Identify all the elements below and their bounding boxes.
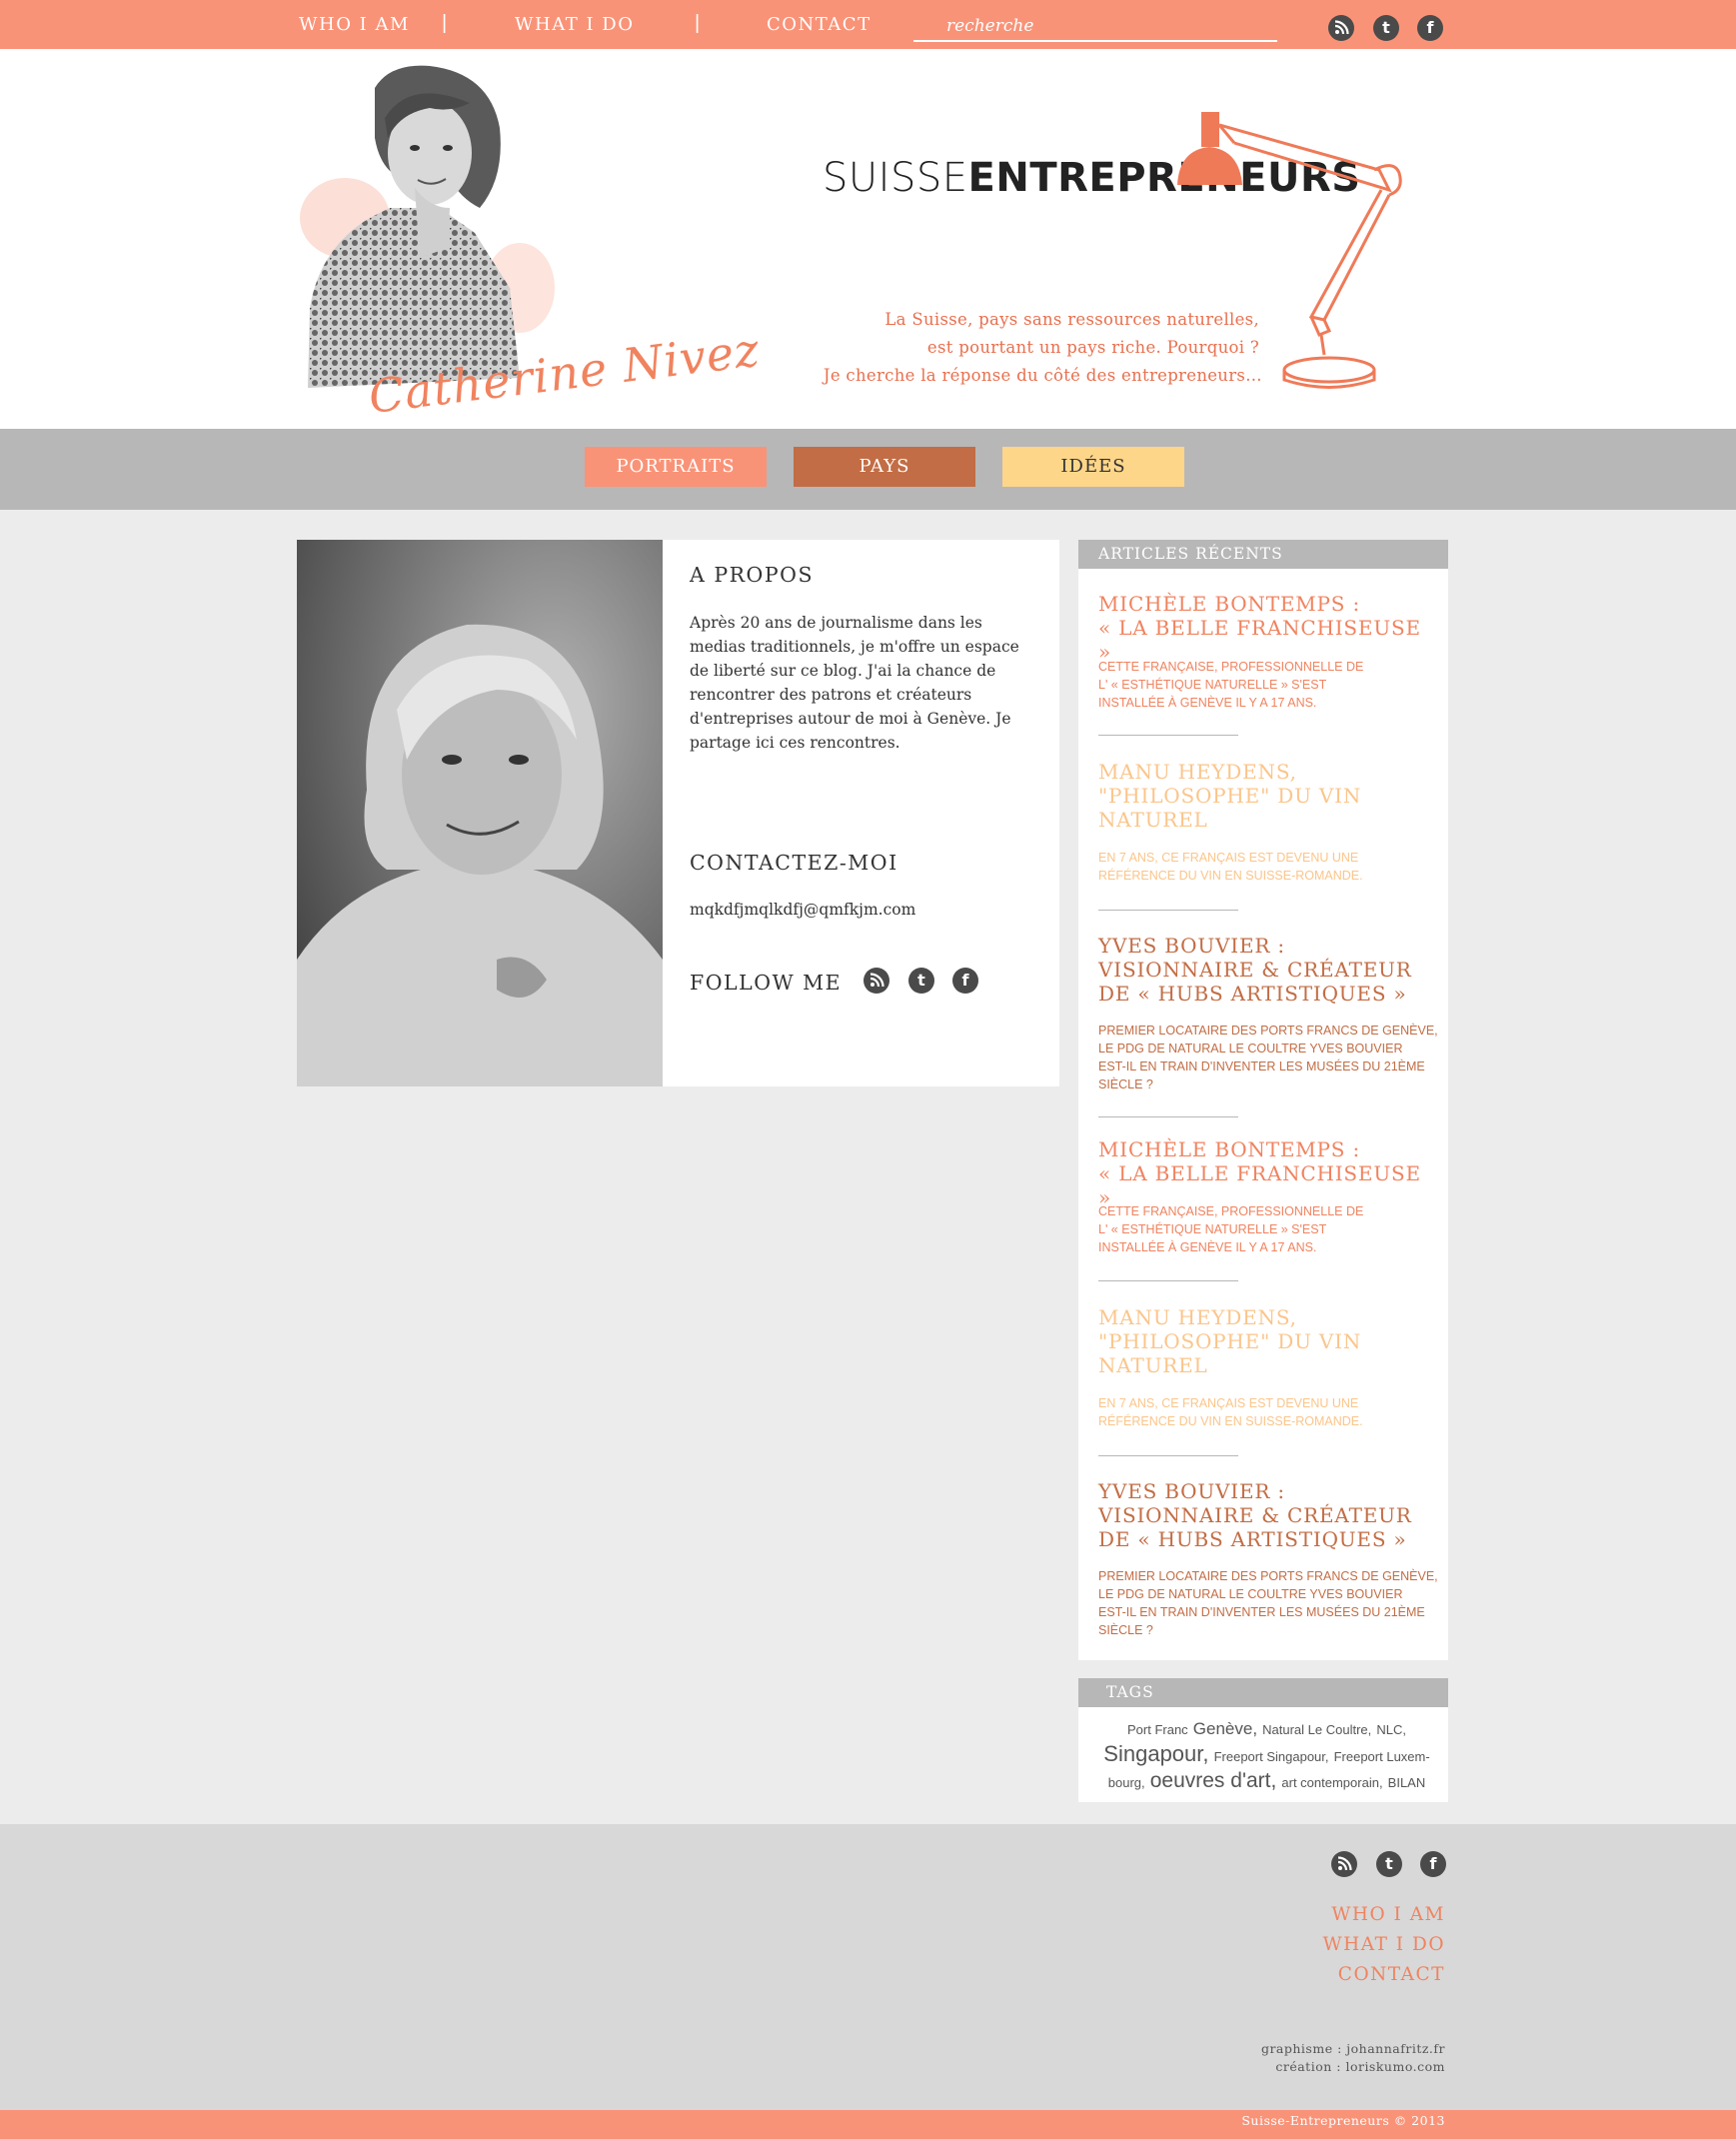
tag-link[interactable]: Freeport Luxem-	[1334, 1749, 1430, 1764]
twitter-icon[interactable]: t	[908, 968, 934, 994]
facebook-icon[interactable]: f	[1420, 1851, 1446, 1877]
tag-link[interactable]: bourg,	[1108, 1775, 1145, 1790]
rss-icon[interactable]	[1328, 15, 1354, 41]
article-divider	[1098, 1116, 1238, 1117]
tag-link[interactable]: Natural Le Coultre,	[1262, 1722, 1371, 1737]
article-title[interactable]: MANU HEYDENS, "PHILOSOPHE" DU VIN NATUREL	[1098, 760, 1438, 832]
tag-link[interactable]: Singapour,	[1103, 1741, 1208, 1766]
design-credit[interactable]: graphisme : johannafritz.fr	[1261, 2041, 1445, 2056]
article-title[interactable]: MICHÈLE BONTEMPS : « LA BELLE FRANCHISEUS…	[1098, 592, 1438, 664]
tags-header: TAGS	[1078, 1678, 1448, 1707]
contact-email-link[interactable]: mqkdfjmqlkdfj@qmfkjm.com	[690, 901, 915, 919]
about-title: A PROPOS	[690, 563, 814, 587]
rss-icon[interactable]	[864, 968, 889, 994]
tagline-line-2: est pourtant un pays riche. Pourquoi ?	[926, 338, 1259, 357]
tag-link[interactable]: BILAN	[1388, 1775, 1426, 1790]
footer-link-what-i-do[interactable]: WHAT I DO	[1323, 1934, 1445, 1955]
article-divider	[1098, 910, 1238, 911]
category-portraits-button[interactable]: PORTRAITS	[585, 447, 767, 487]
article-divider	[1098, 1455, 1238, 1456]
article-excerpt: EN 7 ANS, CE FRANÇAIS EST DEVENU UNE RÉFÉ…	[1098, 1396, 1363, 1428]
tag-link[interactable]: Port Franc	[1127, 1722, 1188, 1737]
tagline-line-3: Je cherche la réponse du côté des entrep…	[823, 366, 1262, 385]
facebook-icon[interactable]: f	[1417, 15, 1443, 41]
nav-who-i-am[interactable]: WHO I AM	[299, 14, 410, 35]
recent-articles-header: ARTICLES RÉCENTS	[1078, 540, 1448, 569]
tag-link[interactable]: art contemporain,	[1281, 1775, 1382, 1790]
article-divider	[1098, 735, 1238, 736]
article-excerpt: CETTE FRANÇAISE, PROFESSIONNELLE DE L' « …	[1098, 1204, 1364, 1254]
article-title[interactable]: YVES BOUVIER : VISIONNAIRE & CRÉATEUR DE «…	[1098, 1479, 1438, 1551]
category-pays-button[interactable]: PAYS	[794, 447, 975, 487]
article-excerpt: PREMIER LOCATAIRE DES PORTS FRANCS DE GE…	[1098, 1569, 1438, 1637]
article-excerpt: EN 7 ANS, CE FRANÇAIS EST DEVENU UNE RÉFÉ…	[1098, 851, 1363, 883]
search-input[interactable]	[913, 12, 1277, 42]
article-title[interactable]: YVES BOUVIER : VISIONNAIRE & CRÉATEUR DE «…	[1098, 934, 1438, 1006]
tag-link[interactable]: NLC,	[1376, 1722, 1406, 1737]
article-excerpt: PREMIER LOCATAIRE DES PORTS FRANCS DE GE…	[1098, 1024, 1438, 1091]
bottom-bar	[0, 2110, 1736, 2139]
footer-link-contact[interactable]: CONTACT	[1338, 1964, 1445, 1985]
article-excerpt: CETTE FRANÇAISE, PROFESSIONNELLE DE L' « …	[1098, 660, 1364, 710]
facebook-icon[interactable]: f	[952, 968, 978, 994]
article-title[interactable]: MICHÈLE BONTEMPS : « LA BELLE FRANCHISEUS…	[1098, 1137, 1438, 1209]
tag-link[interactable]: Freeport Singapour,	[1214, 1749, 1329, 1764]
article-divider	[1098, 1280, 1238, 1281]
twitter-icon[interactable]: t	[1376, 1851, 1402, 1877]
about-text: Après 20 ans de journalisme dans les med…	[690, 614, 1019, 752]
logo-part-light: SUISSE	[823, 155, 968, 201]
footer-link-who-i-am[interactable]: WHO I AM	[1331, 1904, 1445, 1925]
article-title[interactable]: MANU HEYDENS, "PHILOSOPHE" DU VIN NATUREL	[1098, 1305, 1438, 1377]
rss-icon[interactable]	[1331, 1851, 1357, 1877]
footer	[0, 1824, 1736, 2110]
tag-link[interactable]: Genève,	[1193, 1719, 1257, 1738]
twitter-icon[interactable]: t	[1373, 15, 1399, 41]
tagline-line-1: La Suisse, pays sans ressources naturell…	[884, 310, 1259, 329]
tag-link[interactable]: oeuvres d'art,	[1150, 1769, 1277, 1792]
author-portrait-photo	[297, 540, 663, 1086]
nav-contact[interactable]: CONTACT	[767, 14, 871, 35]
development-credit[interactable]: création : loriskumo.com	[1275, 2059, 1445, 2074]
tag-cloud-content: Port Franc Genève, Natural Le Coultre, N…	[1094, 1717, 1439, 1795]
copyright-text: Suisse-Entrepreneurs © 2013	[1241, 2113, 1445, 2128]
follow-me-label: FOLLOW ME	[690, 971, 843, 995]
nav-what-i-do[interactable]: WHAT I DO	[515, 14, 634, 35]
contact-title: CONTACTEZ-MOI	[690, 851, 898, 875]
category-idees-button[interactable]: IDÉES	[1002, 447, 1184, 487]
nav-separator: |	[442, 12, 448, 34]
nav-separator: |	[695, 12, 701, 34]
